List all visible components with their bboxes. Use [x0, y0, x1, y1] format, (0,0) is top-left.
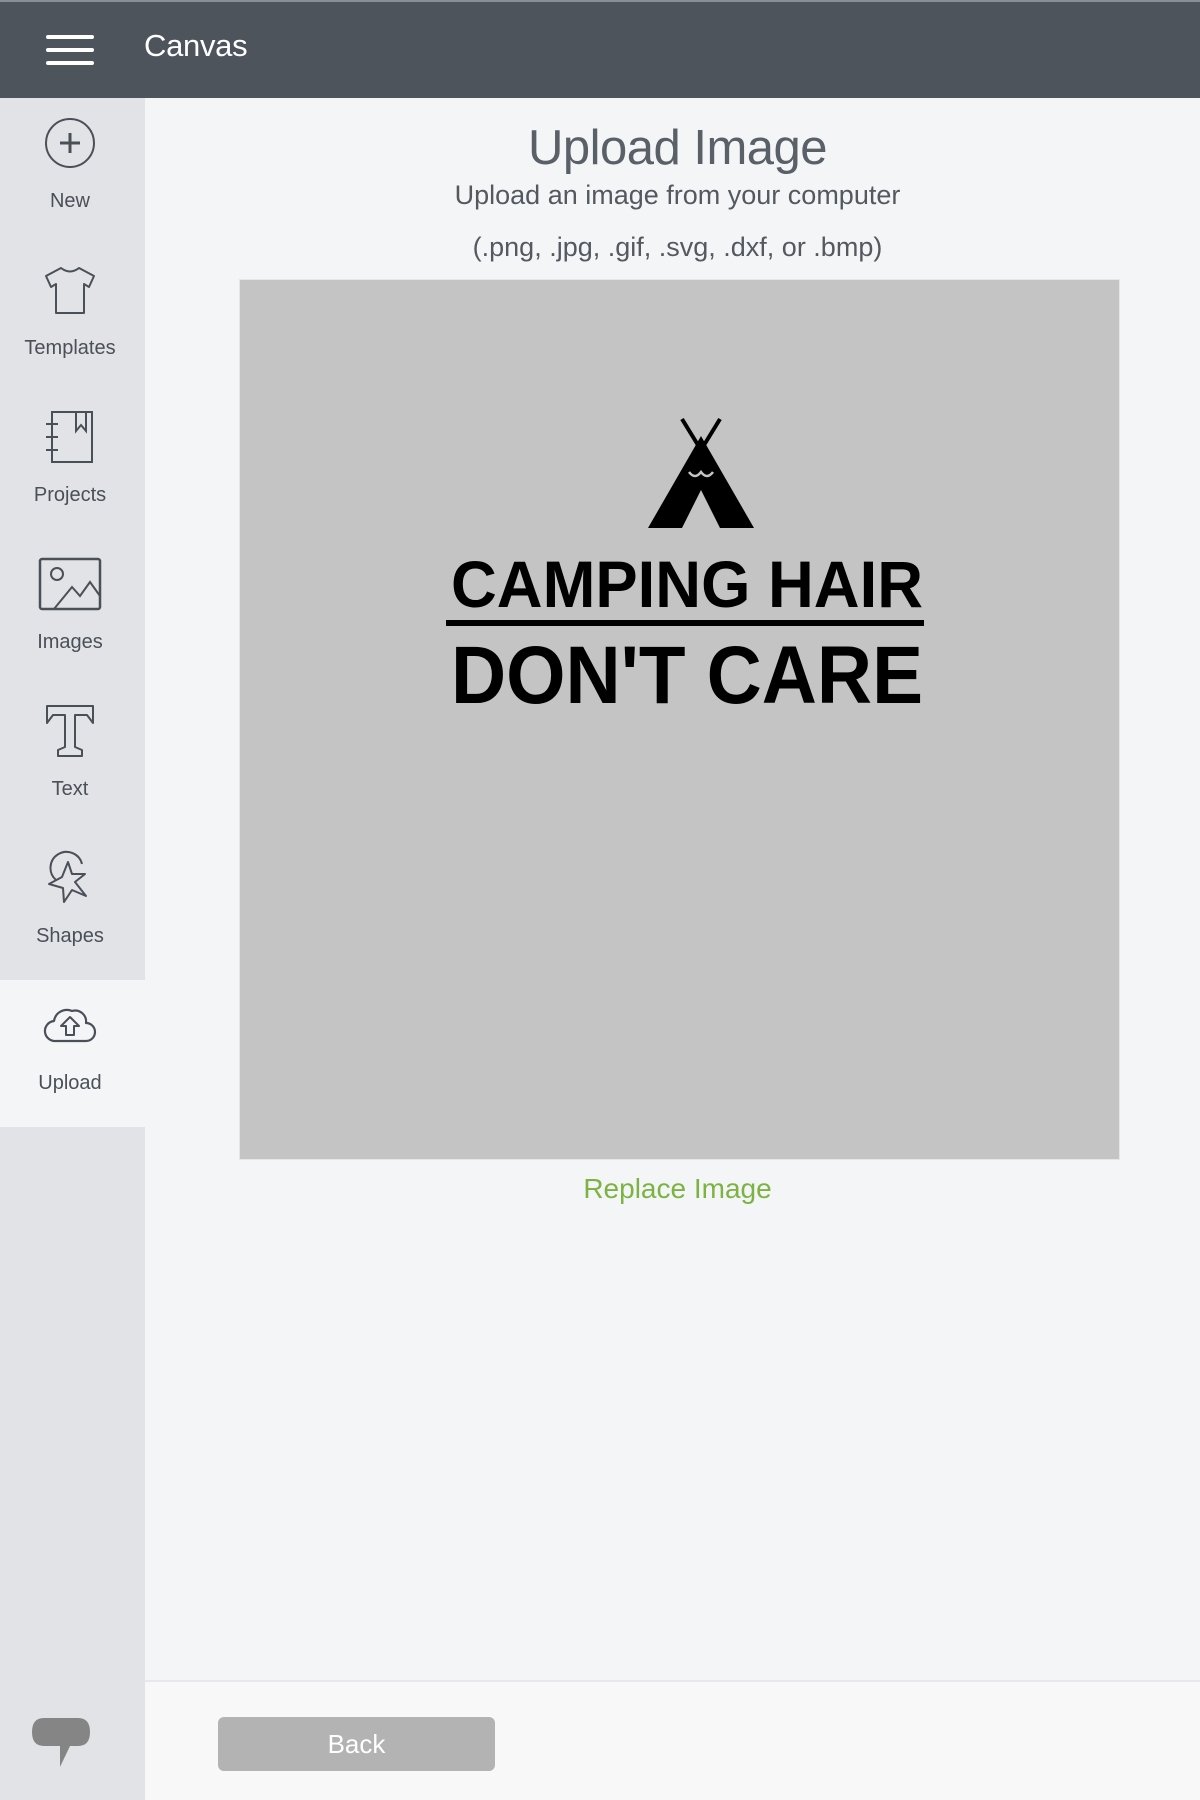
footer-bar: Back [145, 1680, 1200, 1800]
sidebar-item-shapes[interactable]: Shapes [0, 833, 145, 980]
sidebar-item-projects[interactable]: Projects [0, 392, 145, 539]
hamburger-line [46, 48, 94, 52]
sidebar-item-text[interactable]: Text [0, 686, 145, 833]
app: Canvas New Templates Projects Images Tex… [0, 0, 1200, 1800]
camping-hair-logo: CAMPING HAIR DON'T CARE [446, 417, 924, 721]
tshirt-icon [42, 262, 98, 318]
sidebar-item-label: Projects [33, 484, 107, 506]
plus-circle-icon [42, 115, 98, 171]
hamburger-line [46, 35, 94, 39]
notebook-icon [42, 409, 98, 465]
upload-panel: Upload Image Upload an image from your c… [145, 98, 1200, 1680]
sidebar-item-label: Upload [38, 1072, 102, 1094]
sidebar-item-label: Images [37, 631, 103, 653]
sidebar-item-new[interactable]: New [0, 98, 145, 245]
uploaded-image-preview: CAMPING HAIR DON'T CARE [239, 279, 1120, 1160]
image-icon [38, 556, 102, 612]
back-button[interactable]: Back [218, 1717, 495, 1771]
cloud-upload-icon [42, 997, 98, 1053]
upload-instructions: Upload an image from your computer [454, 180, 901, 210]
teepee-graphic [648, 417, 754, 528]
logo-divider [446, 620, 924, 626]
logo-line-2: DON'T CARE [451, 630, 923, 721]
top-header: Canvas [0, 0, 1200, 98]
supported-formats: (.png, .jpg, .gif, .svg, .dxf, or .bmp) [472, 232, 883, 262]
hamburger-menu-icon[interactable] [46, 34, 96, 66]
app-title: Canvas [144, 28, 248, 63]
sidebar-item-upload[interactable]: Upload [0, 980, 145, 1127]
page-title: Upload Image [527, 121, 828, 175]
logo-line-1: CAMPING HAIR [451, 547, 923, 621]
hamburger-line [46, 61, 94, 65]
sidebar-item-label: Text [51, 778, 89, 800]
sidebar-item-label: New [49, 190, 90, 212]
replace-image-link[interactable]: Replace Image [145, 1173, 1200, 1205]
sidebar-item-images[interactable]: Images [0, 539, 145, 686]
chat-bubble-icon[interactable] [30, 1716, 92, 1770]
sidebar-item-label: Shapes [36, 925, 104, 947]
text-t-icon [42, 703, 98, 759]
sidebar-item-label: Templates [24, 337, 116, 359]
shapes-icon [42, 850, 98, 906]
sidebar-item-templates[interactable]: Templates [0, 245, 145, 392]
sidebar: New Templates Projects Images Text Shape… [0, 98, 145, 1800]
